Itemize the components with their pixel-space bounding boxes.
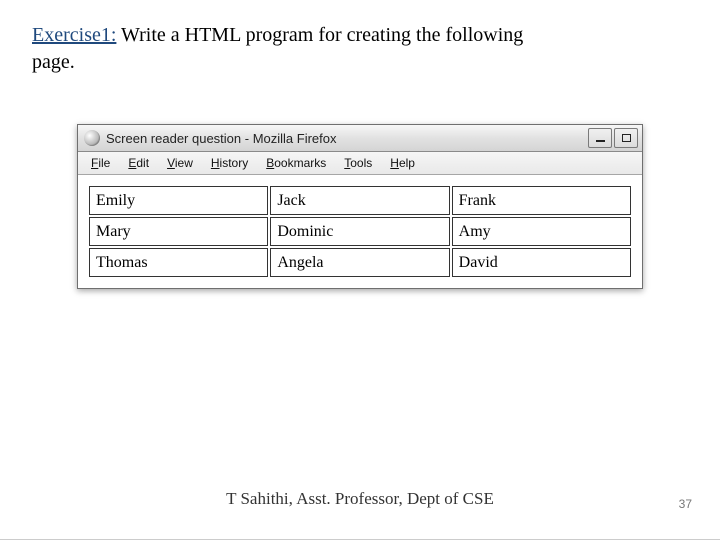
table-row: Mary Dominic Amy (89, 217, 631, 246)
firefox-window: Screen reader question - Mozilla Firefox… (77, 124, 643, 289)
slide: Exercise1: Write a HTML program for crea… (0, 0, 720, 540)
data-table: Emily Jack Frank Mary Dominic Amy Thomas… (87, 184, 633, 279)
firefox-icon (84, 130, 100, 146)
menu-bar: File Edit View History Bookmarks Tools H… (78, 152, 642, 175)
page-number: 37 (679, 497, 692, 511)
client-area: Emily Jack Frank Mary Dominic Amy Thomas… (78, 175, 642, 288)
cell: Amy (452, 217, 631, 246)
cell: Dominic (270, 217, 449, 246)
menu-view[interactable]: View (158, 154, 202, 172)
menu-view-rest: iew (175, 156, 193, 170)
menu-bookmarks[interactable]: Bookmarks (257, 154, 335, 172)
cell: Mary (89, 217, 268, 246)
menu-help-rest: elp (399, 156, 415, 170)
table-row: Emily Jack Frank (89, 186, 631, 215)
table-row: Thomas Angela David (89, 248, 631, 277)
maximize-button[interactable] (614, 128, 638, 148)
menu-help[interactable]: Help (381, 154, 424, 172)
cell: Frank (452, 186, 631, 215)
cell: Emily (89, 186, 268, 215)
menu-history[interactable]: History (202, 154, 257, 172)
exercise-heading: Exercise1: Write a HTML program for crea… (32, 22, 688, 49)
menu-edit-rest: dit (136, 156, 149, 170)
cell: Thomas (89, 248, 268, 277)
menu-edit[interactable]: Edit (119, 154, 158, 172)
window-title: Screen reader question - Mozilla Firefox (106, 131, 588, 146)
menu-history-rest: istory (220, 156, 249, 170)
exercise-heading-line2: page. (32, 51, 688, 74)
exercise-text: Write a HTML program for creating the fo… (121, 24, 523, 46)
titlebar[interactable]: Screen reader question - Mozilla Firefox (78, 125, 642, 152)
menu-file-rest: ile (98, 156, 110, 170)
cell: Jack (270, 186, 449, 215)
exercise-label: Exercise1: (32, 24, 116, 46)
menu-bookmarks-rest: ookmarks (274, 156, 326, 170)
window-buttons (588, 128, 638, 148)
minimize-button[interactable] (588, 128, 612, 148)
cell: Angela (270, 248, 449, 277)
maximize-icon (622, 134, 631, 142)
menu-tools[interactable]: Tools (335, 154, 381, 172)
menu-tools-rest: ools (350, 156, 372, 170)
minimize-icon (596, 140, 605, 142)
footer-credit: T Sahithi, Asst. Professor, Dept of CSE (0, 489, 720, 509)
cell: David (452, 248, 631, 277)
menu-file[interactable]: File (82, 154, 119, 172)
